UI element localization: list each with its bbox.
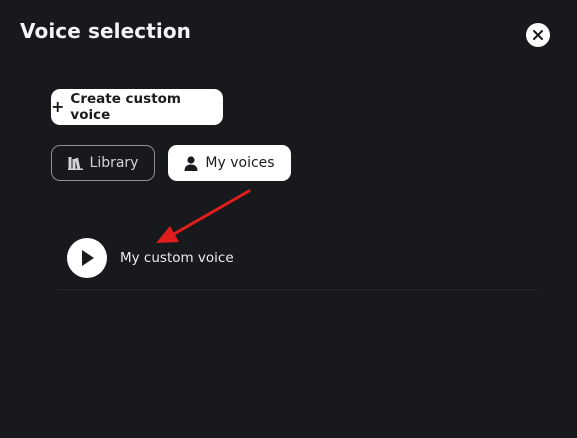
create-custom-voice-button[interactable]: + Create custom voice (51, 89, 223, 125)
create-custom-voice-label: Create custom voice (70, 91, 181, 123)
voice-name: My custom voice (120, 250, 234, 266)
close-button[interactable] (526, 23, 550, 47)
tab-library[interactable]: Library (51, 145, 155, 181)
tab-my-voices-label: My voices (205, 155, 275, 171)
voice-list-item: My custom voice (57, 226, 539, 290)
tab-library-label: Library (89, 155, 139, 171)
play-icon (82, 250, 94, 266)
close-icon (533, 30, 543, 40)
library-icon (67, 157, 83, 170)
user-icon (184, 155, 198, 171)
play-button[interactable] (67, 238, 107, 278)
plus-icon: + (51, 97, 65, 116)
modal-title: Voice selection (20, 19, 192, 43)
arrow-icon (156, 189, 251, 243)
tab-my-voices[interactable]: My voices (168, 145, 291, 181)
